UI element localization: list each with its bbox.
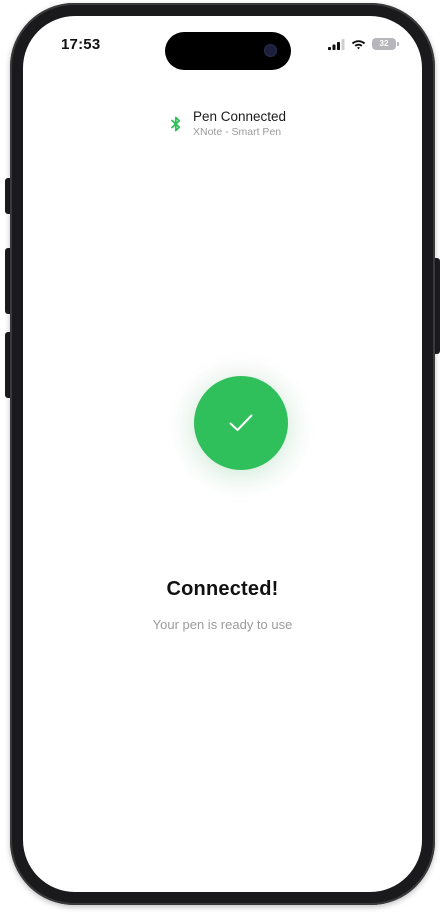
connection-title: Pen Connected — [193, 109, 287, 124]
connection-header: Pen Connected XNote - Smart Pen — [171, 108, 286, 139]
bluetooth-icon — [171, 116, 181, 131]
success-badge — [194, 376, 288, 470]
status-time: 17:53 — [61, 36, 101, 53]
signal-icon — [328, 38, 345, 50]
connection-text: Pen Connected XNote - Smart Pen — [193, 108, 286, 139]
phone-screen: 17:53 32 Pen Connected XNote - Smart Pen… — [23, 16, 422, 892]
success-message: Your pen is ready to use — [152, 617, 293, 632]
battery-level: 32 — [379, 39, 389, 48]
front-camera-icon — [264, 44, 277, 57]
success-title: Connected! — [166, 578, 279, 600]
status-icons: 32 — [328, 38, 399, 50]
battery-icon: 32 — [372, 38, 399, 50]
app-screenshot: 17:53 32 Pen Connected XNote - Smart Pen… — [0, 0, 443, 912]
wifi-icon — [351, 39, 366, 49]
check-icon — [229, 414, 253, 431]
dynamic-island — [165, 32, 291, 70]
device-name: XNote - Smart Pen — [193, 126, 282, 138]
phone-frame: 17:53 32 Pen Connected XNote - Smart Pen… — [10, 3, 435, 905]
